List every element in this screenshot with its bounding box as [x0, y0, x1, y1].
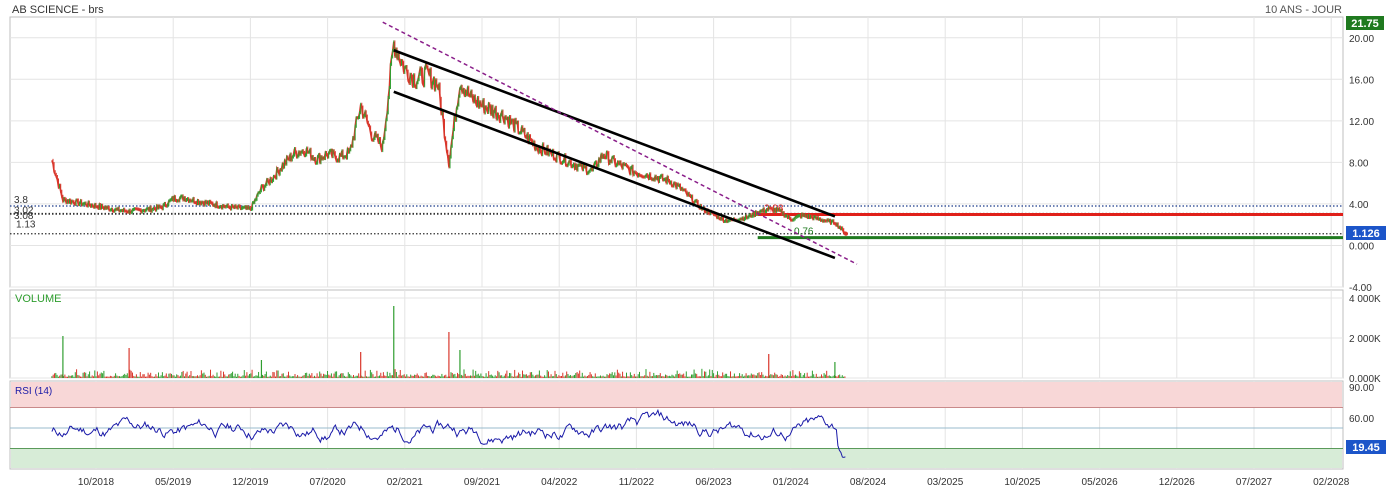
chart-canvas[interactable]: AB SCIENCE - brs 10 ANS - JOUR VOLUME RS…: [0, 0, 1391, 492]
x-tick-label: 04/2022: [541, 477, 578, 488]
y-tick-label: 8.00: [1349, 158, 1369, 169]
x-tick-label: 12/2019: [232, 477, 269, 488]
x-tick-label: 01/2024: [773, 477, 810, 488]
last-price-badge: 1.126: [1346, 226, 1386, 240]
volume-panel[interactable]: [9, 289, 1344, 379]
x-axis-labels: 10/2018 05/2019 12/2019 07/2020 02/2021 09/20…: [78, 477, 1350, 488]
rsi-oversold-zone: [11, 448, 1342, 468]
volume-tick-label: 4 000K: [1349, 294, 1381, 305]
period-label: 10 ANS - JOUR: [1265, 4, 1342, 16]
rsi-last-value: 19.45: [1352, 442, 1380, 454]
high-badge: 21.75: [1346, 16, 1384, 30]
rsi-tick-label: 60.00: [1349, 414, 1374, 425]
x-tick-label: 10/2025: [1004, 477, 1041, 488]
y-tick-label: 20.00: [1349, 34, 1374, 45]
volume-title: VOLUME: [15, 293, 61, 305]
x-tick-label: 02/2028: [1313, 477, 1350, 488]
level-label: 0.76: [794, 227, 814, 238]
x-tick-label: 07/2020: [310, 477, 347, 488]
rsi-overbought-zone: [11, 382, 1342, 408]
x-tick-label: 10/2018: [78, 477, 115, 488]
last-price-value: 1.126: [1352, 228, 1380, 240]
x-tick-label: 03/2025: [927, 477, 964, 488]
rsi-last-badge: 19.45: [1346, 440, 1386, 454]
stock-chart: AB SCIENCE - brs 10 ANS - JOUR VOLUME RS…: [0, 0, 1391, 492]
x-tick-label: 09/2021: [464, 477, 501, 488]
level-label: 3.8: [14, 195, 28, 206]
volume-tick-label: 2 000K: [1349, 334, 1381, 345]
x-tick-label: 05/2019: [155, 477, 192, 488]
y-tick-label: 0.000: [1349, 241, 1374, 252]
last-price-point: [843, 231, 848, 236]
x-tick-label: 08/2024: [850, 477, 887, 488]
x-tick-label: 11/2022: [619, 477, 655, 488]
x-tick-label: 06/2023: [696, 477, 733, 488]
x-tick-label: 07/2027: [1236, 477, 1273, 488]
rsi-tick-label: 90.00: [1349, 383, 1374, 394]
x-tick-label: 05/2026: [1082, 477, 1119, 488]
high-badge-value: 21.75: [1351, 18, 1379, 30]
chart-title: AB SCIENCE - brs: [12, 4, 104, 16]
y-tick-label: 16.00: [1349, 75, 1374, 86]
price-panel[interactable]: [9, 16, 1344, 288]
y-tick-label: 4.00: [1349, 200, 1369, 211]
y-tick-label: 12.00: [1349, 117, 1374, 128]
level-label: 1.13: [16, 220, 36, 231]
y-tick-label: -4.00: [1349, 283, 1372, 294]
x-tick-label: 12/2026: [1159, 477, 1196, 488]
rsi-title: RSI (14): [15, 386, 52, 397]
x-tick-label: 02/2021: [387, 477, 424, 488]
